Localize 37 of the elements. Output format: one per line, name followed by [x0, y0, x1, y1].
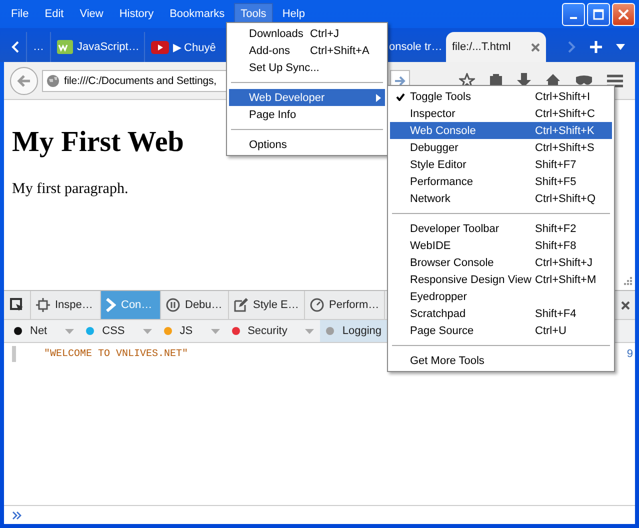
devtools-tab[interactable]: Debu…	[161, 291, 229, 319]
console-message: "WELCOME TO VNLIVES.NET"	[44, 348, 188, 360]
menu-item[interactable]: Eyedropper	[390, 288, 612, 305]
menu-item[interactable]: Web Developer	[229, 89, 385, 106]
menu-item[interactable]: Responsive Design View Ctrl+Shift+M	[390, 271, 612, 288]
menu-item[interactable]: Inspector Ctrl+Shift+C	[390, 105, 612, 122]
menu-item[interactable]: Add-ons Ctrl+Shift+A	[229, 42, 385, 59]
menu-item[interactable]: Page Info	[229, 106, 385, 123]
filter-button[interactable]: Net	[8, 320, 80, 342]
menu-item[interactable]: Help	[275, 3, 312, 25]
menu-item[interactable]: Downloads Ctrl+J	[229, 25, 385, 42]
menu-item[interactable]: WebIDE Shift+F8	[390, 237, 612, 254]
menu-item[interactable]: Browser Console Ctrl+Shift+J	[390, 254, 612, 271]
menu-item[interactable]: Developer Toolbar Shift+F2	[390, 220, 612, 237]
menu-item[interactable]: Debugger Ctrl+Shift+S	[390, 139, 612, 156]
menu-item[interactable]: Scratchpad Shift+F4	[390, 305, 612, 322]
menu-item[interactable]: Bookmarks	[162, 3, 232, 25]
menu-item[interactable]: File	[4, 3, 36, 25]
browser-tab[interactable]: file:/...T.html	[446, 32, 546, 62]
menu-item[interactable]: Edit	[38, 3, 71, 25]
menu-item[interactable]: Network Ctrl+Shift+Q	[390, 190, 612, 207]
filter-button[interactable]: CSS	[80, 320, 158, 342]
filter-button[interactable]: JS	[158, 320, 226, 342]
source-link[interactable]: 9	[626, 348, 635, 360]
page-paragraph: My first paragraph.	[12, 181, 128, 198]
menu-item[interactable]: Web Console Ctrl+Shift+K	[390, 122, 612, 139]
devtools-tab[interactable]: Perform…	[305, 291, 385, 319]
devtools-tab[interactable]: Style E…	[229, 291, 305, 319]
menu-item[interactable]: Style Editor Shift+F7	[390, 156, 612, 173]
menu-item[interactable]: Performance Shift+F5	[390, 173, 612, 190]
menu-item[interactable]: View	[72, 3, 110, 25]
menu-item[interactable]: Toggle Tools Ctrl+Shift+I	[390, 88, 612, 105]
menu-item[interactable]: Get More Tools	[390, 352, 612, 369]
menu-item[interactable]: History	[112, 3, 161, 25]
page-heading: My First Web	[12, 126, 184, 159]
menu-item[interactable]: Options	[229, 136, 385, 153]
filter-button[interactable]: Security	[226, 320, 320, 342]
